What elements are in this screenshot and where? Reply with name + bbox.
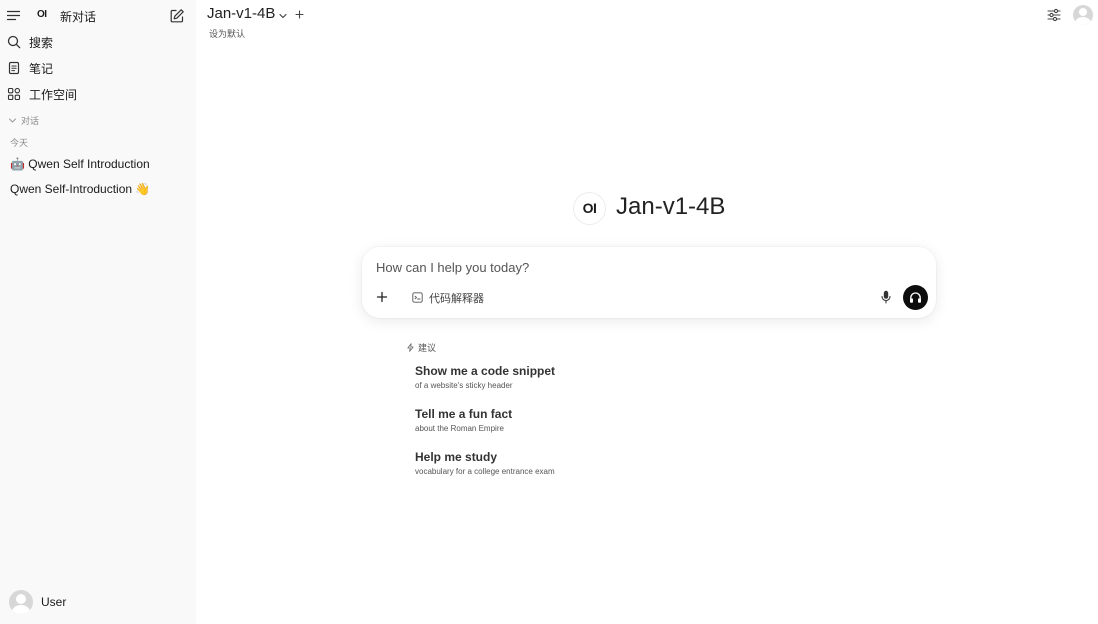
notes-icon [7, 61, 21, 75]
workspace-icon [7, 87, 21, 101]
model-title: Jan-v1-4B [616, 193, 726, 220]
sidebar-item-search[interactable]: 搜索 [0, 30, 196, 54]
code-interpreter-label: 代码解释器 [429, 293, 484, 305]
chevron-down-icon[interactable] [278, 11, 288, 21]
add-model-icon[interactable] [294, 9, 305, 20]
compose-icon[interactable] [169, 8, 185, 24]
suggestion-subtitle: of a website's sticky header [415, 381, 513, 390]
avatar [1073, 5, 1093, 25]
suggestion-title: Help me study [415, 450, 498, 464]
sidebar: OI 新对话 搜索 笔记 工作空间 对话 今天 🤖 Qwen Self Intr… [0, 0, 196, 624]
model-logo: OI [574, 193, 605, 224]
bolt-icon [406, 343, 415, 352]
chat-emoji: 🤖 [10, 157, 25, 171]
sidebar-item-label: 工作空间 [29, 88, 78, 102]
voice-mode-button[interactable] [903, 285, 928, 310]
new-chat-link[interactable]: 新对话 [60, 8, 96, 25]
model-selector[interactable]: Jan-v1-4B [207, 5, 275, 25]
sidebar-item-workspace[interactable]: 工作空间 [0, 82, 196, 106]
suggestion-title: Show me a code snippet [415, 364, 556, 378]
chat-title: Qwen Self Introduction [28, 157, 150, 171]
microphone-icon[interactable] [880, 290, 892, 304]
chat-title: Qwen Self-Introduction [10, 182, 133, 196]
message-input[interactable] [376, 257, 846, 277]
controls-icon[interactable] [1046, 7, 1062, 23]
sidebar-item-notes[interactable]: 笔记 [0, 56, 196, 80]
sidebar-header: OI 新对话 [0, 0, 196, 32]
user-menu[interactable]: User [8, 590, 188, 614]
suggestions-label: 建议 [418, 343, 437, 353]
suggestion-item[interactable]: Show me a code snippet of a website's st… [415, 364, 675, 398]
chat-item[interactable]: 🤖 Qwen Self Introduction [4, 153, 192, 175]
suggestion-title: Tell me a fun fact [415, 407, 513, 421]
app-logo: OI [37, 9, 47, 20]
chats-section-toggle[interactable]: 对话 [8, 114, 39, 127]
avatar [9, 590, 33, 614]
headphones-icon [910, 292, 921, 303]
chevron-down-icon [8, 116, 17, 125]
suggestion-item[interactable]: Tell me a fun fact about the Roman Empir… [415, 407, 675, 441]
chat-emoji: 👋 [135, 182, 151, 196]
code-icon [412, 292, 423, 303]
user-name: User [41, 595, 67, 609]
suggestion-subtitle: about the Roman Empire [415, 424, 504, 433]
message-composer: 代码解释器 [362, 247, 936, 318]
section-label: 对话 [21, 116, 40, 126]
search-icon [7, 35, 21, 49]
menu-icon[interactable] [6, 8, 21, 23]
date-group-label: 今天 [10, 138, 29, 148]
suggestion-subtitle: vocabulary for a college entrance exam [415, 467, 555, 476]
chat-item[interactable]: Qwen Self-Introduction 👋 [4, 178, 192, 200]
plus-icon[interactable] [376, 291, 388, 303]
model-name: Jan-v1-4B [207, 5, 276, 22]
suggestion-item[interactable]: Help me study vocabulary for a college e… [415, 450, 675, 484]
sidebar-item-label: 搜索 [29, 36, 54, 50]
sidebar-item-label: 笔记 [29, 62, 54, 76]
set-default-link[interactable]: 设为默认 [209, 27, 245, 40]
profile-avatar[interactable] [1073, 5, 1093, 25]
